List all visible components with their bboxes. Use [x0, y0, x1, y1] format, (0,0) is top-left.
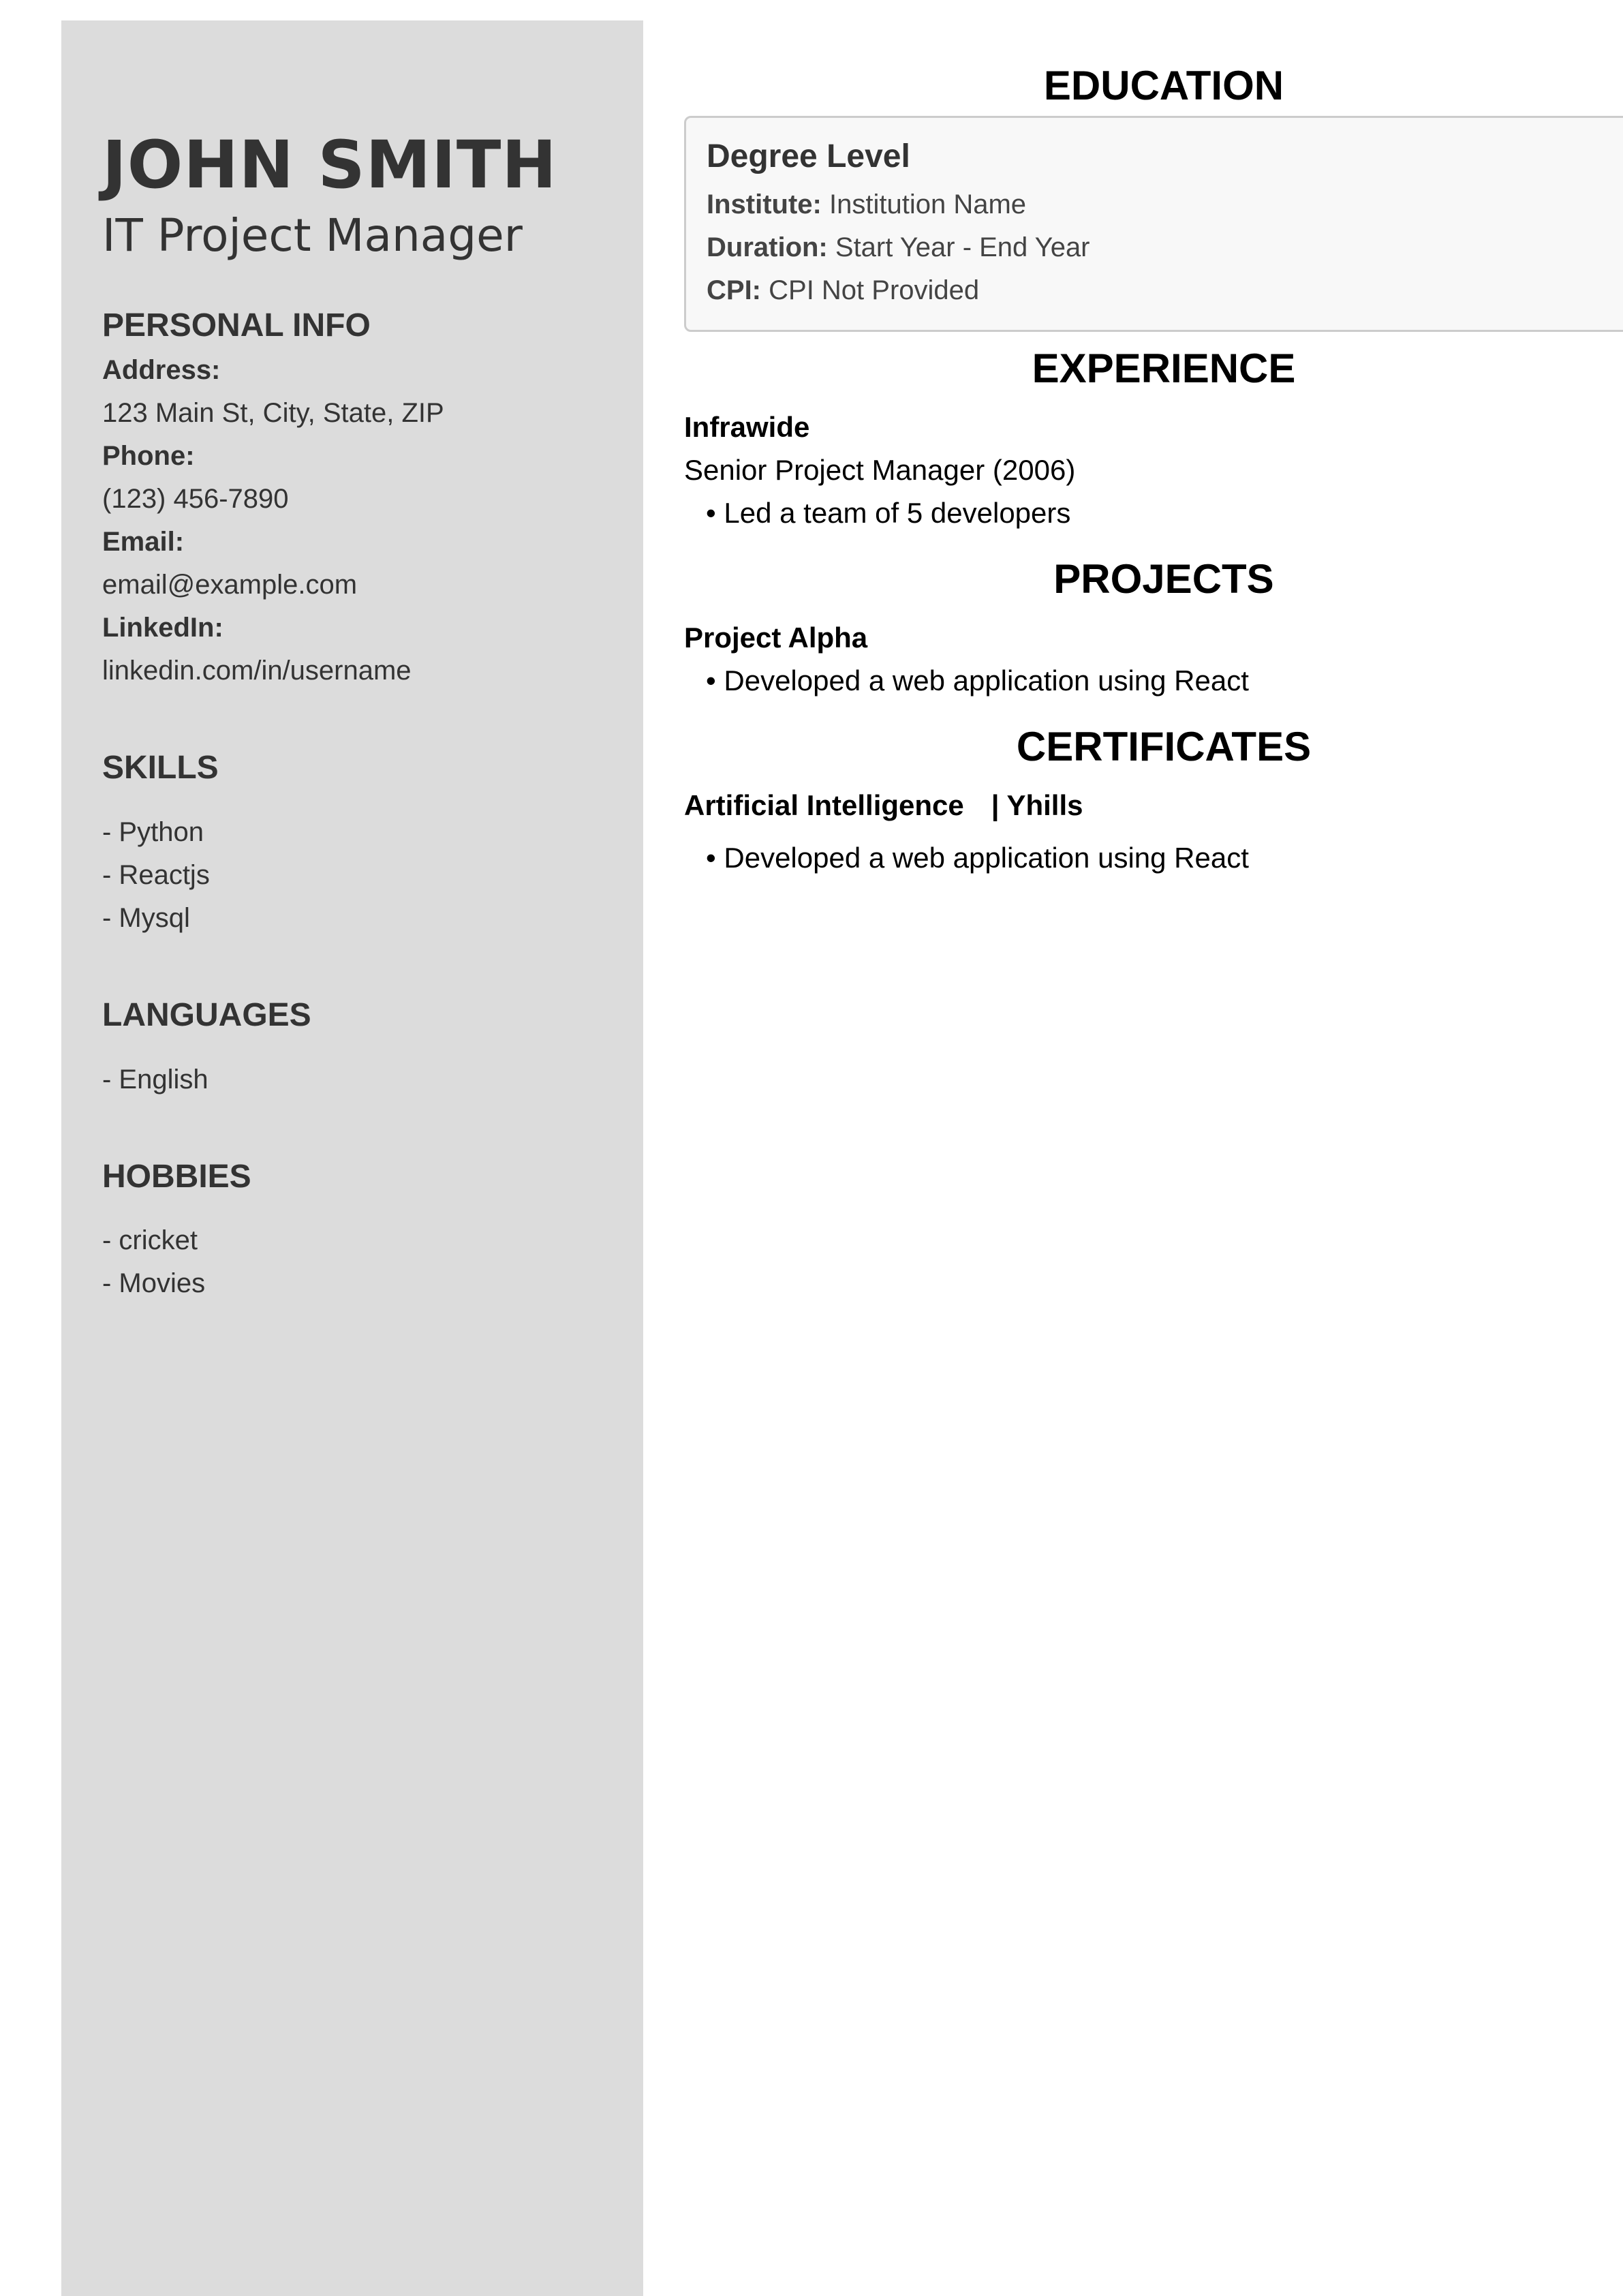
- email-label: Email:: [102, 527, 185, 557]
- project-bullet: • Developed a web application using Reac…: [706, 664, 1249, 697]
- languages-heading: LANGUAGES: [102, 996, 311, 1033]
- skills-list: - Python - Reactjs - Mysql: [102, 811, 602, 940]
- experience-entry: Infrawide Senior Project Manager (2006) …: [684, 405, 1623, 534]
- duration-line: Duration: Start Year - End Year: [707, 226, 1623, 269]
- job-role: Senior Project Manager (2006): [684, 453, 1076, 486]
- email-value: email@example.com: [102, 570, 358, 600]
- cpi-line: CPI: CPI Not Provided: [707, 269, 1623, 312]
- cpi-label: CPI:: [707, 275, 761, 305]
- certificate-title-row: Artificial Intelligence | Yhills: [684, 784, 1623, 827]
- projects-heading: PROJECTS: [1053, 555, 1274, 602]
- certificate-issuer: | Yhills: [991, 789, 1083, 821]
- skill-item: - Reactjs: [102, 859, 210, 890]
- certificate-name: Artificial Intelligence: [684, 789, 964, 821]
- institute-value: Institution Name: [829, 189, 1027, 219]
- degree-level: Degree Level: [707, 138, 910, 174]
- experience-bullet: • Led a team of 5 developers: [706, 496, 1071, 529]
- certificate-entry: Artificial Intelligence | Yhills • Devel…: [684, 784, 1623, 879]
- skill-item: - Python: [102, 816, 204, 847]
- duration-label: Duration:: [707, 232, 828, 262]
- personal-info-heading: PERSONAL INFO: [102, 307, 371, 343]
- languages-list: - English: [102, 1058, 602, 1101]
- project-entry: Project Alpha • Developed a web applicat…: [684, 616, 1623, 702]
- certificates-heading: CERTIFICATES: [1016, 723, 1312, 769]
- experience-heading: EXPERIENCE: [1032, 345, 1296, 391]
- company-name: Infrawide: [684, 410, 810, 443]
- institute-label: Institute:: [707, 189, 822, 219]
- candidate-name: JOHN SMITH: [102, 127, 557, 203]
- education-card: Degree Level Institute: Institution Name…: [684, 116, 1623, 332]
- hobbies-heading: HOBBIES: [102, 1158, 251, 1195]
- language-item: - English: [102, 1064, 208, 1095]
- main-content: EDUCATION Degree Level Institute: Instit…: [684, 0, 1623, 2296]
- address-value: 123 Main St, City, State, ZIP: [102, 398, 444, 429]
- hobbies-list: - cricket - Movies: [102, 1219, 602, 1305]
- resume-page: JOHN SMITH IT Project Manager PERSONAL I…: [0, 0, 1623, 2296]
- linkedin-label: LinkedIn:: [102, 613, 223, 643]
- duration-value: Start Year - End Year: [835, 232, 1090, 262]
- hobby-item: - Movies: [102, 1268, 206, 1299]
- certificate-bullet: • Developed a web application using Reac…: [706, 841, 1249, 874]
- hobby-item: - cricket: [102, 1225, 198, 1256]
- project-name: Project Alpha: [684, 621, 868, 654]
- sidebar: JOHN SMITH IT Project Manager PERSONAL I…: [61, 20, 643, 2296]
- cpi-value: CPI Not Provided: [769, 275, 980, 305]
- skills-heading: SKILLS: [102, 750, 219, 786]
- skill-item: - Mysql: [102, 902, 190, 933]
- phone-value: (123) 456-7890: [102, 484, 289, 515]
- linkedin-value: linkedin.com/in/username: [102, 656, 412, 686]
- languages-section: LANGUAGES - English: [102, 996, 602, 1101]
- address-label: Address:: [102, 355, 221, 386]
- education-heading: EDUCATION: [1043, 63, 1284, 108]
- skills-section: SKILLS - Python - Reactjs - Mysql: [102, 748, 602, 940]
- phone-label: Phone:: [102, 441, 195, 472]
- institute-line: Institute: Institution Name: [707, 183, 1623, 226]
- hobbies-section: HOBBIES - cricket - Movies: [102, 1157, 602, 1306]
- personal-info-list: Address: 123 Main St, City, State, ZIP P…: [102, 349, 602, 692]
- job-title: IT Project Manager: [102, 209, 523, 262]
